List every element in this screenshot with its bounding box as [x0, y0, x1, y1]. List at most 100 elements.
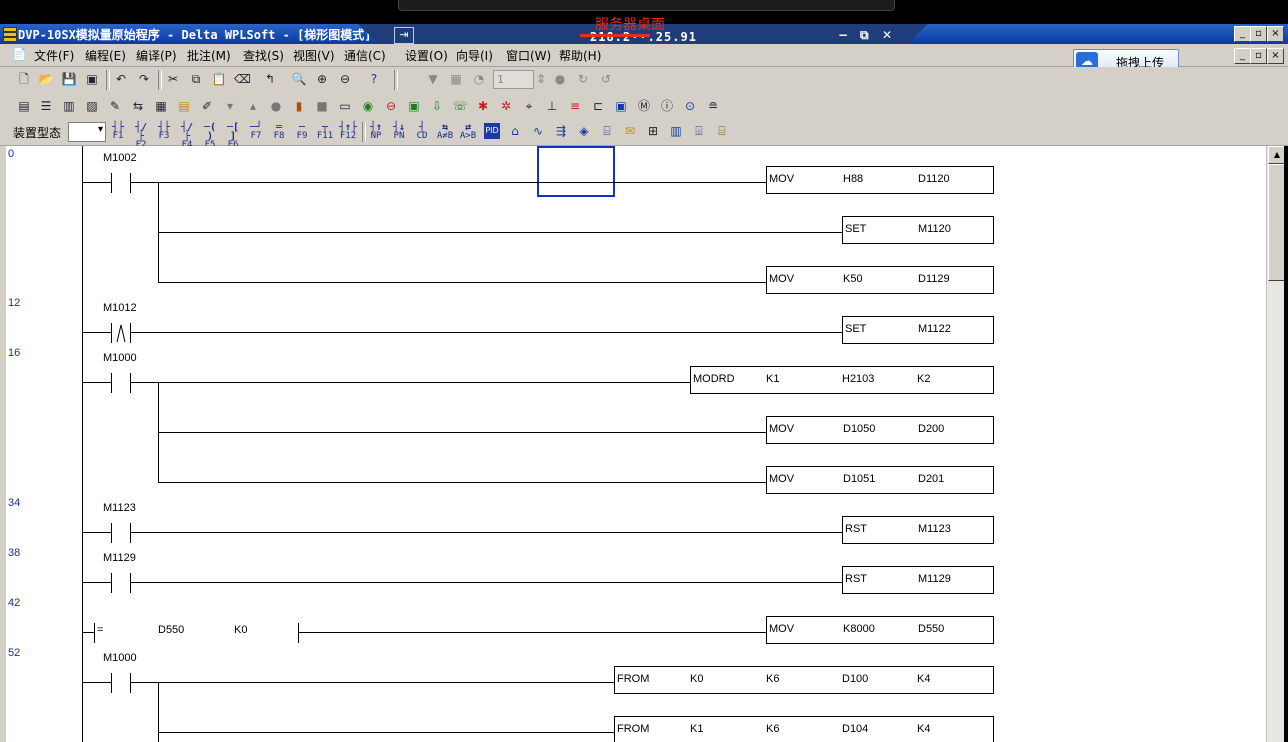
pen-icon[interactable]: ✐	[199, 98, 215, 114]
sfc-mode-icon[interactable]: ▥	[61, 98, 77, 114]
download-icon[interactable]: ▾	[222, 98, 238, 114]
rd-restore-button[interactable]: ⧉	[860, 28, 869, 43]
code-icon[interactable]: ✱	[475, 98, 491, 114]
menu-comment[interactable]: 批注(M)	[187, 47, 231, 64]
find-icon[interactable]: 🔍	[291, 71, 307, 87]
block-icon[interactable]: ■	[314, 98, 330, 114]
child-minimize-button[interactable]: _	[1234, 48, 1251, 64]
position-icon[interactable]: ⇶	[553, 123, 569, 139]
instruction-box[interactable]: MOV K8000 D550	[766, 616, 994, 644]
edit-comment-icon[interactable]: ✎	[107, 98, 123, 114]
child-close-button[interactable]: ×	[1267, 48, 1284, 64]
book-icon[interactable]: ▮	[291, 98, 307, 114]
save-all-icon[interactable]: ▣	[84, 71, 100, 87]
bar-icon[interactable]: ≘	[705, 98, 721, 114]
instruction-box[interactable]: MODRD K1 H2103 K2	[690, 366, 994, 394]
tree-icon[interactable]: ⊥	[544, 98, 560, 114]
save-icon[interactable]: 💾	[61, 71, 77, 87]
copy-icon[interactable]: ⧉	[188, 71, 204, 87]
ladder-mode-icon[interactable]: ▤	[16, 98, 32, 114]
menu-file[interactable]: 文件(F)	[34, 47, 74, 64]
cursor-icon[interactable]: ↰	[262, 71, 278, 87]
ladder-key-f2[interactable]: ┤/├ F2	[132, 123, 150, 150]
zoom-in-icon[interactable]: ⊕	[314, 71, 330, 87]
eraser-icon[interactable]: ⌫	[234, 71, 251, 87]
code2-icon[interactable]: ✲	[498, 98, 514, 114]
new-file-icon[interactable]: 🗋	[16, 71, 32, 87]
rd-close-button[interactable]: ✕	[882, 28, 892, 42]
no-contact[interactable]	[111, 673, 131, 693]
instruction-box[interactable]: FROM K1 K6 D104 K4	[614, 716, 994, 742]
menu-compile[interactable]: 编译(P)	[136, 47, 177, 64]
paste-icon[interactable]: 📋	[211, 71, 227, 87]
clock-icon[interactable]: ◔	[471, 71, 487, 87]
operator-key-3[interactable]: ⇆ A≠B	[436, 123, 454, 141]
m-icon[interactable]: Ⓜ	[636, 98, 652, 114]
instruction-box[interactable]: MOV K50 D1129	[766, 266, 994, 294]
instruction-mode-icon[interactable]: ☰	[38, 98, 54, 114]
monitor-start-icon[interactable]: ▣	[406, 98, 422, 114]
ladder-key-f4[interactable]: ┤/├ F4	[178, 123, 196, 150]
screen-icon[interactable]: ▣	[613, 98, 629, 114]
remote-session-tab[interactable]	[398, 0, 895, 11]
instruction-box[interactable]: SET M1120	[842, 216, 994, 244]
menu-doc-icon[interactable]: 📄	[12, 47, 27, 61]
pid-icon[interactable]: PID	[484, 123, 500, 139]
menu-settings[interactable]: 设置(O)	[405, 47, 448, 64]
operator-key-2[interactable]: ┤ CD	[413, 123, 431, 141]
redo-icon[interactable]: ↷	[136, 71, 152, 87]
instruction-box[interactable]: SET M1122	[842, 316, 994, 344]
ladder-key-f7[interactable]: ─┘ F7	[247, 123, 265, 141]
rack-icon[interactable]: ⌸	[714, 123, 730, 139]
no-contact[interactable]	[111, 523, 131, 543]
refresh-icon[interactable]: ↻	[575, 71, 591, 87]
vertical-scrollbar[interactable]: ▲	[1266, 146, 1286, 742]
instruction-box[interactable]: RST M1129	[842, 566, 994, 594]
globe-icon[interactable]: ◉	[360, 98, 376, 114]
ladder-key-f12[interactable]: ┤↑├ F12	[339, 123, 357, 141]
search-device-icon[interactable]: ⊙	[682, 98, 698, 114]
ladder-key-f5[interactable]: ─( ) F5	[201, 123, 219, 150]
compare-left-bar[interactable]	[94, 623, 95, 643]
menu-view[interactable]: 视图(V)	[293, 47, 335, 64]
pin-icon[interactable]: ⇥	[394, 27, 414, 44]
connect-icon[interactable]: ⇆	[130, 98, 146, 114]
monitor-icon[interactable]: ▦	[448, 71, 464, 87]
tool-icon[interactable]: ⊞	[645, 123, 661, 139]
ip-icon[interactable]: ⓘ	[659, 98, 675, 114]
cut-icon[interactable]: ✂	[165, 71, 181, 87]
module-icon[interactable]: ⌹	[691, 123, 707, 139]
ladder-key-f8[interactable]: ═ F8	[270, 123, 288, 141]
menu-help[interactable]: 帮助(H)	[559, 47, 601, 64]
network-icon[interactable]: ⌖	[521, 98, 537, 114]
step-input[interactable]: 1	[493, 70, 534, 89]
ladder-key-f3[interactable]: ┤├ F3	[155, 123, 173, 141]
run-icon[interactable]: ↺	[598, 71, 614, 87]
spin-icon[interactable]: ⇕	[533, 71, 549, 87]
no-contact[interactable]	[111, 173, 131, 193]
undo-icon[interactable]: ↶	[113, 71, 129, 87]
ladder-editor[interactable]: 0 12 16 34 38 42 52 M1002 MOV H88 D1120 …	[6, 146, 1266, 742]
building-icon[interactable]: ⌸	[599, 123, 615, 139]
open-file-icon[interactable]: 📂	[38, 71, 54, 87]
phone-icon[interactable]: ☏	[452, 98, 468, 114]
instruction-box[interactable]: MOV H88 D1120	[766, 166, 994, 194]
menu-communication[interactable]: 通信(C)	[344, 47, 386, 64]
device-type-select[interactable]	[68, 122, 106, 142]
operator-key-0[interactable]: ┤↑ NP	[367, 123, 385, 141]
no-contact[interactable]	[111, 373, 131, 393]
home-icon[interactable]: ⌂	[507, 123, 523, 139]
comm-icon[interactable]: ▼	[425, 71, 441, 87]
mail-icon[interactable]: ✉	[622, 123, 638, 139]
zoom-out-icon[interactable]: ⊖	[337, 71, 353, 87]
maximize-button[interactable]: ▫	[1250, 26, 1267, 42]
device-icon[interactable]: ▨	[84, 98, 100, 114]
target-icon[interactable]: ◈	[576, 123, 592, 139]
table-icon[interactable]: ▦	[153, 98, 169, 114]
list-icon[interactable]: ≡	[567, 98, 583, 114]
instruction-box[interactable]: MOV D1051 D201	[766, 466, 994, 494]
operator-key-4[interactable]: ⇄ A>B	[459, 123, 477, 141]
memo-icon[interactable]: ▤	[176, 98, 192, 114]
window-icon[interactable]: ▭	[337, 98, 353, 114]
child-restore-button[interactable]: ▫	[1250, 48, 1267, 64]
